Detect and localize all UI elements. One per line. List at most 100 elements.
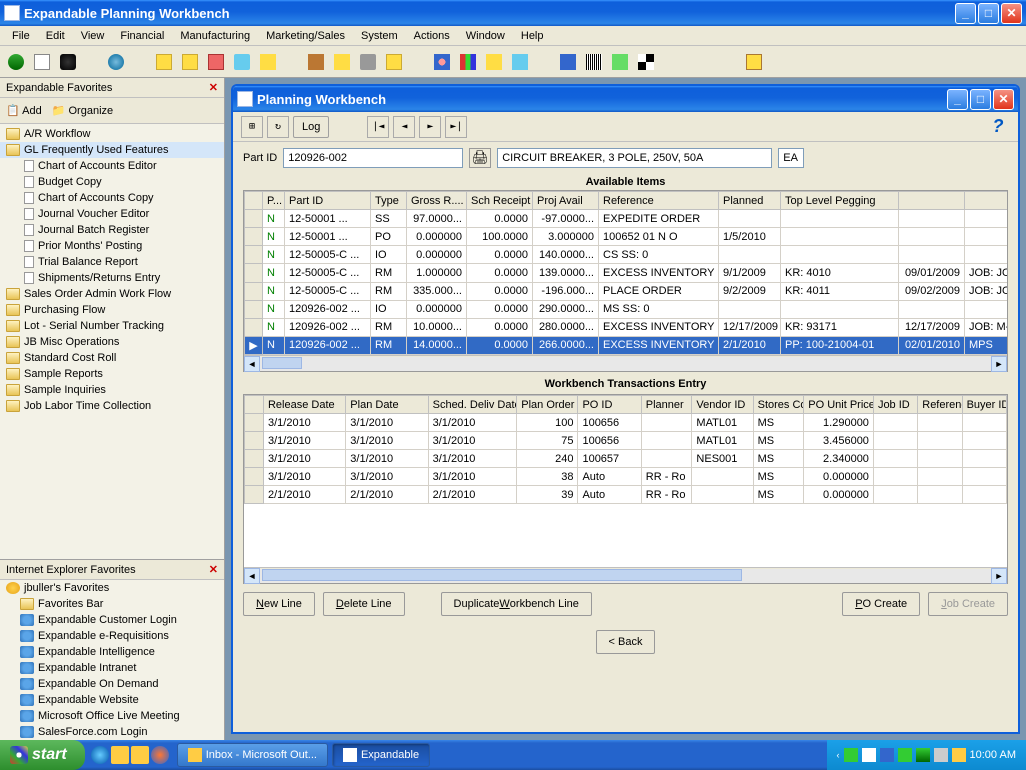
menu-window[interactable]: Window — [458, 28, 513, 44]
toolbar-flag-icon[interactable] — [634, 50, 658, 74]
minimize-button[interactable]: _ — [955, 3, 976, 24]
toolbar-barcode-icon[interactable] — [582, 50, 606, 74]
sidebar-item[interactable]: Prior Months' Posting — [0, 238, 224, 254]
menu-marketing[interactable]: Marketing/Sales — [258, 28, 353, 44]
sidebar-item[interactable]: Sample Inquiries — [0, 382, 224, 398]
sidebar-item[interactable]: Standard Cost Roll — [0, 350, 224, 366]
sidebar-item[interactable]: Purchasing Flow — [0, 302, 224, 318]
part-lookup-button[interactable]: 🖨 — [469, 148, 491, 168]
menu-view[interactable]: View — [73, 28, 113, 44]
toolbar-btn-17[interactable] — [742, 50, 766, 74]
menu-manufacturing[interactable]: Manufacturing — [172, 28, 258, 44]
ie-favorites-tree[interactable]: jbuller's FavoritesFavorites BarExpandab… — [0, 580, 224, 740]
ie-item[interactable]: Expandable e-Requisitions — [0, 628, 224, 644]
grid2-row[interactable]: 3/1/20103/1/20103/1/2010240100657NES001M… — [245, 450, 1007, 468]
child-minimize-button[interactable]: _ — [947, 89, 968, 110]
uom-input[interactable] — [778, 148, 804, 168]
toolbar-btn-7[interactable] — [230, 50, 254, 74]
job-create-button[interactable]: Job Create — [928, 592, 1008, 616]
ie-item[interactable]: Expandable Customer Login — [0, 612, 224, 628]
favorites-tree[interactable]: A/R WorkflowGL Frequently Used FeaturesC… — [0, 124, 224, 559]
grid1-row[interactable]: N12-50001 ...PO0.000000100.00003.0000001… — [245, 228, 1008, 246]
toolbar-btn-5[interactable] — [178, 50, 202, 74]
nav-first-button[interactable]: |◄ — [367, 116, 389, 138]
hierarchy-button[interactable]: ⊞ — [241, 116, 263, 138]
part-desc-input[interactable] — [497, 148, 772, 168]
grid2-row[interactable]: 3/1/20103/1/20103/1/201075100656MATL01MS… — [245, 432, 1007, 450]
toolbar-person-icon[interactable] — [430, 50, 454, 74]
task-outlook[interactable]: Inbox - Microsoft Out... — [177, 743, 328, 767]
nav-next-button[interactable]: ► — [419, 116, 441, 138]
sidebar-item[interactable]: Budget Copy — [0, 174, 224, 190]
sidebar-item[interactable]: Chart of Accounts Copy — [0, 190, 224, 206]
ql-firefox-icon[interactable] — [151, 746, 169, 764]
help-button[interactable]: ? — [986, 115, 1010, 139]
system-tray[interactable]: ‹ 10:00 AM — [827, 740, 1026, 770]
menu-financial[interactable]: Financial — [112, 28, 172, 44]
toolbar-btn-2[interactable] — [30, 50, 54, 74]
ie-item[interactable]: Favorites Bar — [0, 596, 224, 612]
toolbar-btn-8[interactable] — [256, 50, 280, 74]
grid1-row[interactable]: N12-50005-C ...RM1.0000000.0000139.0000.… — [245, 264, 1008, 282]
menu-help[interactable]: Help — [513, 28, 552, 44]
sidebar-item[interactable]: Trial Balance Report — [0, 254, 224, 270]
new-line-button[interactable]: NNew Lineew Line — [243, 592, 315, 616]
sidebar-item[interactable]: Chart of Accounts Editor — [0, 158, 224, 174]
ie-favorites-close-icon[interactable]: ✕ — [209, 563, 218, 576]
menu-actions[interactable]: Actions — [406, 28, 458, 44]
grid2-row[interactable]: 3/1/20103/1/20103/1/201038AutoRR - RoMS0… — [245, 468, 1007, 486]
toolbar-btn-13[interactable] — [482, 50, 506, 74]
ie-item[interactable]: SalesForce.com Login — [0, 724, 224, 740]
child-close-button[interactable]: ✕ — [993, 89, 1014, 110]
toolbar-btn-14[interactable] — [508, 50, 532, 74]
menu-file[interactable]: File — [4, 28, 38, 44]
ql-outlook-icon[interactable] — [111, 746, 129, 764]
sidebar-item[interactable]: Job Labor Time Collection — [0, 398, 224, 414]
ql-ie-icon[interactable] — [91, 746, 109, 764]
sidebar-item[interactable]: Journal Voucher Editor — [0, 206, 224, 222]
nav-last-button[interactable]: ►| — [445, 116, 467, 138]
sidebar-item[interactable]: Sales Order Admin Work Flow — [0, 286, 224, 302]
menu-system[interactable]: System — [353, 28, 406, 44]
toolbar-btn-12[interactable] — [382, 50, 406, 74]
grid1-row[interactable]: N120926-002 ...IO0.0000000.0000290.0000.… — [245, 300, 1008, 318]
toolbar-btn-3[interactable] — [56, 50, 80, 74]
toolbar-btn-4[interactable] — [152, 50, 176, 74]
nav-prev-button[interactable]: ◄ — [393, 116, 415, 138]
grid2-row[interactable]: 2/1/20102/1/20102/1/201039AutoRR - RoMS0… — [245, 486, 1007, 504]
ie-item[interactable]: Expandable On Demand — [0, 676, 224, 692]
grid1-hscroll[interactable]: ◄► — [244, 355, 1007, 371]
maximize-button[interactable]: □ — [978, 3, 999, 24]
log-button[interactable]: Log — [293, 116, 329, 138]
task-expandable[interactable]: Expandable — [332, 743, 430, 767]
favorites-close-icon[interactable]: ✕ — [209, 81, 218, 94]
start-button[interactable]: start — [0, 740, 85, 770]
toolbar-btn-11[interactable] — [356, 50, 380, 74]
ie-item[interactable]: Microsoft Office Live Meeting — [0, 708, 224, 724]
grid1-row[interactable]: ▶N120926-002 ...RM14.0000...0.0000266.00… — [245, 336, 1008, 354]
grid2-row[interactable]: 3/1/20103/1/20103/1/2010100100656MATL01M… — [245, 414, 1007, 432]
ie-item[interactable]: Expandable Intelligence — [0, 644, 224, 660]
sidebar-item[interactable]: JB Misc Operations — [0, 334, 224, 350]
delete-line-button[interactable]: Delete Line — [323, 592, 405, 616]
toolbar-chart-icon[interactable] — [456, 50, 480, 74]
ql-icon-3[interactable] — [131, 746, 149, 764]
duplicate-line-button[interactable]: Duplicate Workbench Line — [441, 592, 592, 616]
toolbar-btn-6[interactable] — [204, 50, 228, 74]
sidebar-item[interactable]: A/R Workflow — [0, 126, 224, 142]
child-maximize-button[interactable]: □ — [970, 89, 991, 110]
ie-root[interactable]: jbuller's Favorites — [0, 580, 224, 596]
sidebar-item[interactable]: Journal Batch Register — [0, 222, 224, 238]
grid1-row[interactable]: N120926-002 ...RM10.0000...0.0000280.000… — [245, 318, 1008, 336]
refresh-button[interactable]: ↻ — [267, 116, 289, 138]
toolbar-btn-9[interactable] — [304, 50, 328, 74]
available-items-grid[interactable]: P...Part IDTypeGross R....Sch ReceiptPro… — [243, 190, 1008, 372]
ie-item[interactable]: Expandable Website — [0, 692, 224, 708]
close-button[interactable]: ✕ — [1001, 3, 1022, 24]
add-favorite-button[interactable]: 📋 Add — [6, 104, 42, 117]
grid1-row[interactable]: N12-50001 ...SS97.0000...0.0000-97.0000.… — [245, 210, 1008, 228]
po-create-button[interactable]: PO Create — [842, 592, 920, 616]
sidebar-item[interactable]: Shipments/Returns Entry — [0, 270, 224, 286]
toolbar-globe-icon[interactable] — [104, 50, 128, 74]
grid1-row[interactable]: N12-50005-C ...RM335.000...0.0000-196.00… — [245, 282, 1008, 300]
